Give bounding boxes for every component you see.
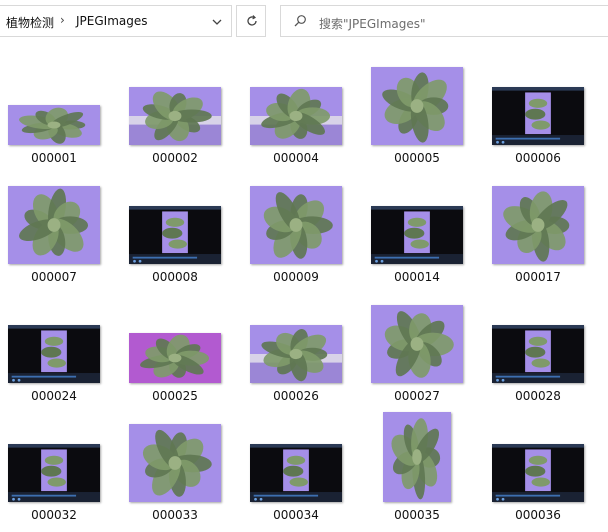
file-thumbnail[interactable] (250, 325, 342, 383)
file-name-label[interactable]: 000036 (488, 508, 588, 522)
file-thumbnail[interactable] (129, 424, 221, 502)
chevron-right-icon: › (60, 13, 65, 27)
file-thumbnail[interactable] (371, 206, 463, 264)
search-icon (294, 15, 306, 27)
address-bar: 植物检测 › JPEGImages 搜索"JPEGImages" (0, 0, 608, 44)
file-name-label[interactable]: 000001 (4, 151, 104, 165)
file-name-label[interactable]: 000032 (4, 508, 104, 522)
search-input[interactable]: 搜索"JPEGImages" (280, 5, 608, 37)
breadcrumb-current[interactable]: JPEGImages (76, 14, 148, 28)
file-name-label[interactable]: 000014 (367, 270, 467, 284)
file-name-label[interactable]: 000002 (125, 151, 225, 165)
file-name-label[interactable]: 000028 (488, 389, 588, 403)
file-thumbnail[interactable] (492, 186, 584, 264)
file-name-label[interactable]: 000006 (488, 151, 588, 165)
file-thumbnail[interactable] (8, 186, 100, 264)
chevron-down-icon[interactable] (210, 15, 224, 29)
file-thumbnail[interactable] (492, 325, 584, 383)
file-name-label[interactable]: 000033 (125, 508, 225, 522)
file-thumbnail[interactable] (250, 186, 342, 264)
breadcrumb[interactable]: 植物检测 › JPEGImages (0, 5, 232, 37)
file-thumbnail[interactable] (383, 412, 451, 502)
file-thumbnail[interactable] (371, 305, 463, 383)
file-thumbnail[interactable] (129, 333, 221, 383)
file-name-label[interactable]: 000004 (246, 151, 346, 165)
file-name-label[interactable]: 000007 (4, 270, 104, 284)
file-thumbnail[interactable] (8, 444, 100, 502)
file-name-label[interactable]: 000034 (246, 508, 346, 522)
file-thumbnail[interactable] (8, 325, 100, 383)
file-thumbnail[interactable] (8, 105, 100, 145)
file-thumbnail[interactable] (492, 87, 584, 145)
file-thumbnail[interactable] (371, 67, 463, 145)
refresh-icon (247, 15, 257, 26)
file-thumbnail[interactable] (250, 87, 342, 145)
file-thumbnail[interactable] (129, 87, 221, 145)
refresh-button[interactable] (236, 5, 266, 37)
file-thumbnail[interactable] (492, 444, 584, 502)
file-name-label[interactable]: 000008 (125, 270, 225, 284)
file-name-label[interactable]: 000025 (125, 389, 225, 403)
file-name-label[interactable]: 000017 (488, 270, 588, 284)
file-name-label[interactable]: 000035 (367, 508, 467, 522)
file-name-label[interactable]: 000027 (367, 389, 467, 403)
file-thumbnail[interactable] (129, 206, 221, 264)
file-name-label[interactable]: 000005 (367, 151, 467, 165)
search-placeholder: 搜索"JPEGImages" (319, 17, 426, 31)
file-name-label[interactable]: 000026 (246, 389, 346, 403)
breadcrumb-parent[interactable]: 植物检测 (6, 14, 54, 31)
file-name-label[interactable]: 000009 (246, 270, 346, 284)
file-name-label[interactable]: 000024 (4, 389, 104, 403)
file-thumbnail[interactable] (250, 444, 342, 502)
